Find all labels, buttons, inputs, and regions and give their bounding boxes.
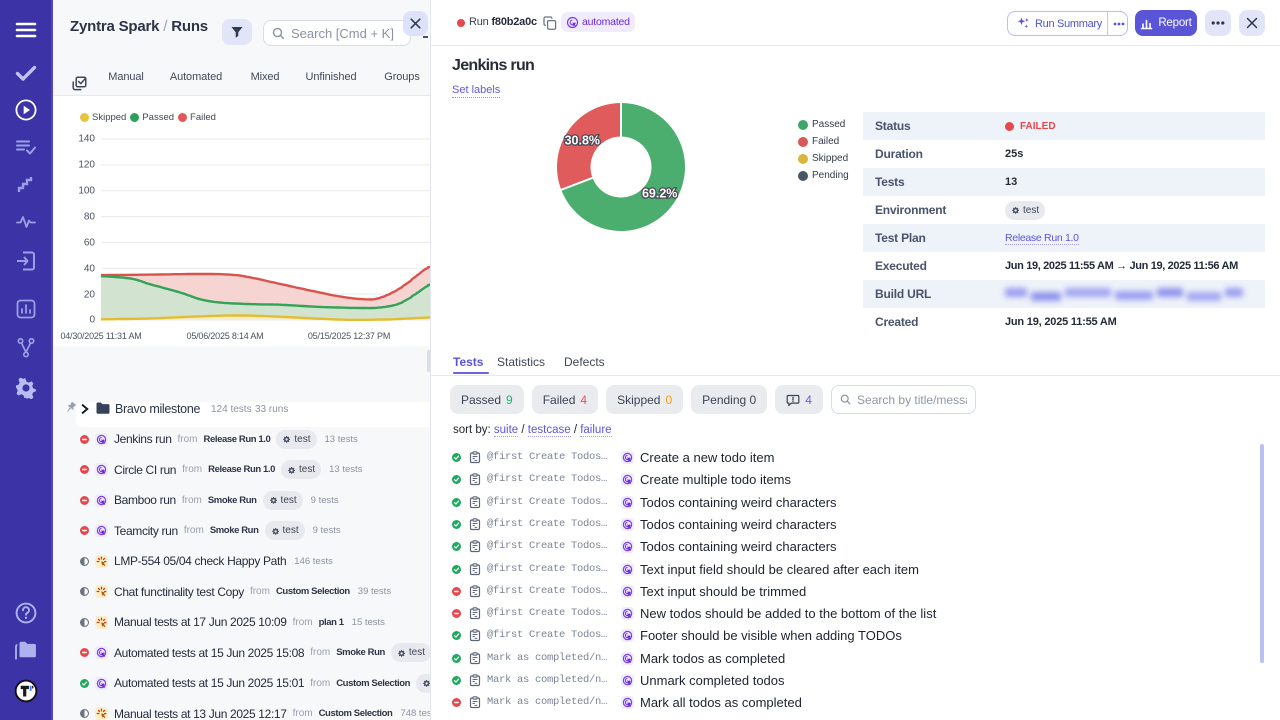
svg-text:30.8%: 30.8% [565, 134, 600, 148]
svg-text:69.2%: 69.2% [642, 187, 677, 201]
